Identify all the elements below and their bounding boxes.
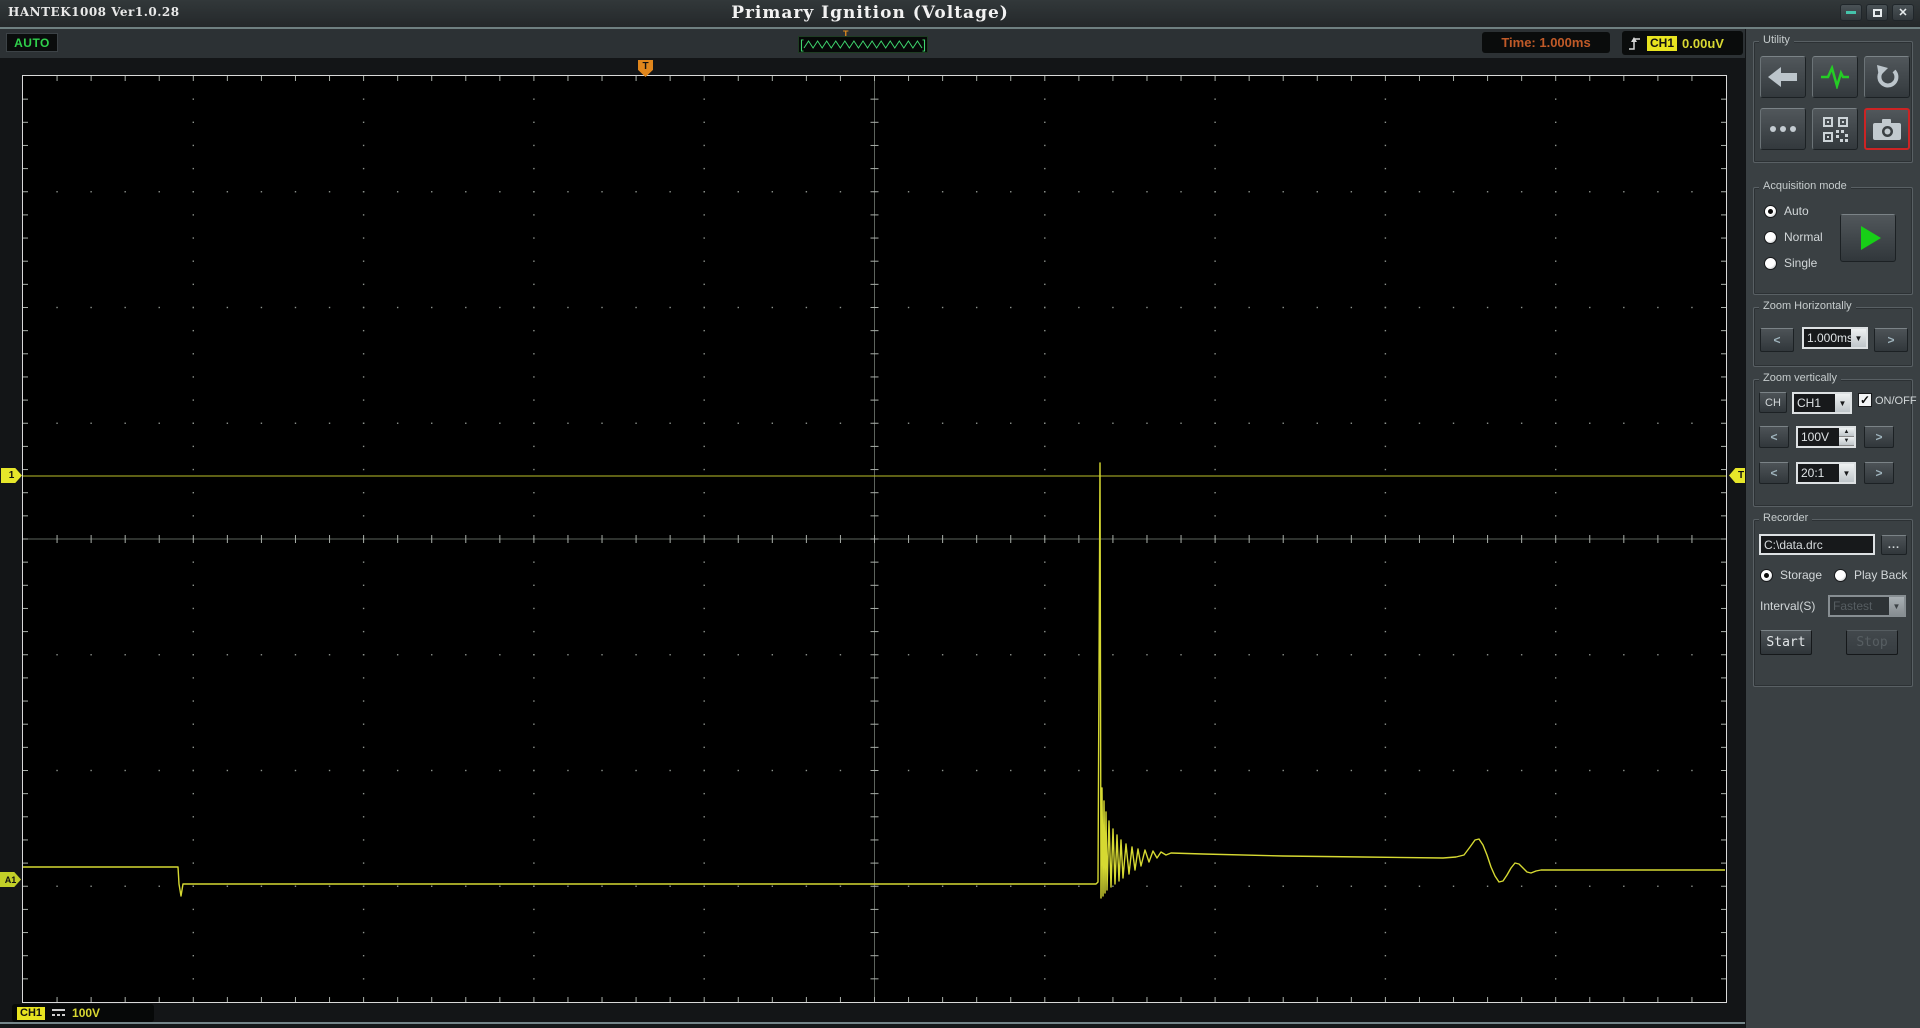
timebase-decrease-button[interactable]: <: [1760, 328, 1794, 352]
zoom-horizontal-group: Zoom Horizontally < 1.000ms ▼ >: [1753, 307, 1913, 367]
maximize-button[interactable]: [1866, 4, 1888, 21]
channel-select-value: CH1: [1794, 394, 1835, 412]
qr-code-button[interactable]: [1812, 108, 1858, 150]
stop-button[interactable]: Stop: [1846, 630, 1898, 655]
preview-wave-svg: [799, 37, 927, 52]
dc-coupling-icon: [52, 1009, 65, 1018]
close-icon: ✕: [1898, 6, 1907, 19]
preview-bracket-left: [: [800, 37, 804, 53]
radio-single[interactable]: Single: [1764, 256, 1817, 270]
browse-button[interactable]: ...: [1881, 535, 1907, 555]
radio-playback-icon: [1834, 569, 1847, 582]
timebase-value: 1.000ms: [1804, 329, 1851, 347]
timebase-increase-button[interactable]: >: [1874, 328, 1908, 352]
undo-rotate-icon: [1873, 65, 1901, 89]
channel1-badge: CH1: [17, 1007, 45, 1020]
probe-select[interactable]: 20:1 ▼: [1796, 462, 1856, 484]
radio-auto[interactable]: Auto: [1764, 204, 1809, 218]
back-button[interactable]: [1760, 56, 1806, 98]
dropdown-arrow-icon: ▼: [1839, 464, 1854, 482]
zoom-horizontal-label: Zoom Horizontally: [1759, 300, 1856, 312]
rising-edge-icon: [1628, 35, 1642, 51]
pulse-icon: [1820, 65, 1850, 89]
onoff-label: ON/OFF: [1875, 395, 1917, 407]
channel1-scale-badge[interactable]: CH1 100V: [12, 1004, 154, 1022]
utility-group: Utility: [1753, 41, 1913, 163]
close-button[interactable]: ✕: [1892, 4, 1914, 21]
timebase-readout: Time: 1.000ms: [1482, 32, 1610, 53]
scope-display[interactable]: [22, 75, 1727, 1003]
zoom-vertical-label: Zoom vertically: [1759, 372, 1841, 384]
ch-button[interactable]: CH: [1759, 392, 1787, 413]
reset-button[interactable]: [1864, 56, 1910, 98]
maximize-icon: [1873, 9, 1882, 17]
volts-decrease-button[interactable]: <: [1759, 426, 1789, 448]
zoom-vertical-group: Zoom vertically CH CH1 ▼ ✓ ON/OFF < 100V…: [1753, 379, 1913, 507]
trigger-status-badge: AUTO: [6, 33, 58, 52]
volts-spinner[interactable]: 100V ▲ ▼: [1796, 426, 1856, 448]
spinner-down-icon: ▼: [1839, 437, 1854, 446]
run-button[interactable]: [1840, 214, 1896, 262]
window-controls: ✕: [1840, 4, 1914, 21]
spinner-arrows[interactable]: ▲ ▼: [1839, 428, 1854, 446]
record-path-input[interactable]: [1759, 534, 1875, 555]
radio-playback-label: Play Back: [1854, 568, 1907, 582]
timebase-select[interactable]: 1.000ms ▼: [1802, 327, 1868, 349]
toolbar: AUTO T [ ] Time: 1.000ms CH1 0.00uV: [0, 29, 1745, 58]
spinner-up-icon: ▲: [1839, 428, 1854, 437]
channel-onoff-checkbox[interactable]: ✓: [1858, 393, 1872, 407]
radio-storage[interactable]: Storage: [1760, 568, 1822, 582]
control-panel: Utility: [1745, 29, 1920, 1028]
radio-single-icon: [1764, 257, 1777, 270]
radio-playback[interactable]: Play Back: [1834, 568, 1907, 582]
preview-bracket-right: ]: [922, 37, 926, 53]
back-arrow-icon: [1768, 66, 1798, 88]
ellipsis-icon: [1770, 126, 1796, 132]
preview-wave: [804, 41, 922, 48]
interval-label: Interval(S): [1760, 599, 1815, 613]
volts-value: 100V: [1798, 428, 1839, 446]
radio-storage-icon: [1760, 569, 1773, 582]
bottom-separator: [0, 1022, 1920, 1024]
interval-value: Fastest: [1830, 597, 1889, 615]
radio-single-label: Single: [1784, 256, 1817, 270]
acquisition-group-label: Acquisition mode: [1759, 180, 1851, 192]
radio-normal-icon: [1764, 231, 1777, 244]
volts-increase-button[interactable]: >: [1864, 426, 1894, 448]
screenshot-button[interactable]: [1864, 108, 1910, 150]
qr-code-icon: [1822, 116, 1849, 143]
acquisition-mode-group: Acquisition mode Auto Normal Single: [1753, 187, 1913, 295]
radio-auto-label: Auto: [1784, 204, 1809, 218]
minimize-icon: [1846, 11, 1856, 14]
trigger-level-readout: 0.00uV: [1682, 36, 1724, 51]
page-title: Primary Ignition (Voltage): [0, 3, 1740, 23]
minimize-button[interactable]: [1840, 4, 1862, 21]
probe-value: 20:1: [1798, 464, 1839, 482]
utility-group-label: Utility: [1759, 34, 1794, 46]
channel1-volts-per-div: 100V: [72, 1006, 100, 1020]
radio-normal-label: Normal: [1784, 230, 1823, 244]
dropdown-arrow-icon: ▼: [1889, 597, 1904, 615]
recorder-group: Recorder ... Storage Play Back Interval(…: [1753, 519, 1913, 687]
radio-storage-label: Storage: [1780, 568, 1822, 582]
recorder-group-label: Recorder: [1759, 512, 1812, 524]
title-bar: HANTEK1008 Ver1.0.28 Primary Ignition (V…: [0, 0, 1920, 27]
radio-normal[interactable]: Normal: [1764, 230, 1823, 244]
trigger-source-badge: CH1: [1647, 36, 1677, 51]
waveform-overview-strip[interactable]: [ ]: [798, 36, 928, 53]
probe-decrease-button[interactable]: <: [1759, 462, 1789, 484]
channel-select[interactable]: CH1 ▼: [1792, 392, 1852, 414]
scope-svg: [23, 76, 1726, 1002]
trigger-readout: CH1 0.00uV: [1622, 31, 1743, 55]
more-options-button[interactable]: [1760, 108, 1806, 150]
waveform-generator-button[interactable]: [1812, 56, 1858, 98]
probe-increase-button[interactable]: >: [1864, 462, 1894, 484]
interval-select[interactable]: Fastest ▼: [1828, 595, 1906, 617]
play-icon: [1861, 226, 1881, 250]
camera-icon: [1872, 117, 1902, 141]
dropdown-arrow-icon: ▼: [1851, 329, 1866, 347]
radio-auto-icon: [1764, 205, 1777, 218]
start-button[interactable]: Start: [1760, 630, 1812, 655]
dropdown-arrow-icon: ▼: [1835, 394, 1850, 412]
